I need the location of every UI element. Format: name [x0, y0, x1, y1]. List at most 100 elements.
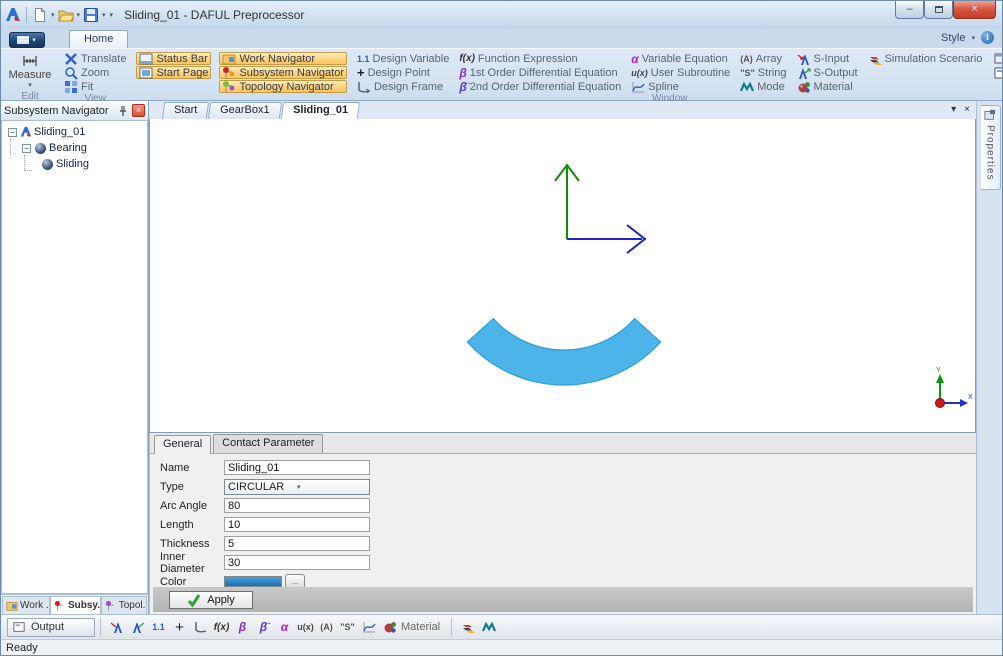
panel-close-icon[interactable]: × [132, 104, 145, 117]
close-button[interactable]: × [953, 1, 996, 19]
tab-general[interactable]: General [154, 435, 211, 454]
user-subroutine-tool[interactable]: u(x) [295, 618, 316, 637]
inner-diameter-field[interactable] [224, 555, 370, 570]
collapse-icon[interactable]: − [22, 144, 31, 153]
spline-tool[interactable] [358, 618, 379, 637]
string-button[interactable]: "S" String [738, 66, 788, 79]
tab-list-dropdown[interactable]: ▾ [951, 104, 956, 115]
fit-icon [64, 80, 78, 94]
start-page-toggle[interactable]: Start Page [136, 66, 211, 79]
form-row-inner-diameter: Inner Diameter [150, 553, 976, 572]
model-viewport[interactable]: Y X [149, 119, 976, 433]
measure-button[interactable]: Measure▾ [5, 51, 55, 91]
tab-close-icon[interactable]: × [964, 104, 970, 115]
new-file-dropdown[interactable]: ▾ [51, 11, 55, 19]
tab-sliding-01[interactable]: Sliding_01 [281, 102, 360, 119]
material-tool[interactable] [379, 618, 400, 637]
style-label[interactable]: Style [941, 32, 965, 44]
design-variable-tool[interactable]: 1.1 [148, 618, 169, 637]
output-toggle-button[interactable]: Output [7, 618, 95, 637]
open-folder-icon[interactable] [58, 7, 74, 23]
ribbon-group-edit: Measure▾ Edit [3, 50, 57, 100]
material-tool-label[interactable]: Material [401, 621, 440, 633]
save-dropdown[interactable]: ▾ [102, 11, 106, 19]
properties-side-tab[interactable]: Properties [981, 105, 1001, 190]
length-field[interactable] [224, 517, 370, 532]
mode-tool[interactable] [478, 618, 499, 637]
status-bar-icon [139, 52, 153, 66]
simulation-scenario-icon [461, 620, 475, 634]
tree-item-bearing[interactable]: − Bearing [4, 141, 145, 155]
output-button[interactable]: Output [992, 66, 1003, 79]
tab-contact-parameter[interactable]: Contact Parameter [213, 434, 323, 453]
style-dropdown[interactable]: ▾ [971, 34, 975, 42]
translate-button[interactable]: Translate [62, 52, 128, 65]
function-expression-button[interactable]: f(x) Function Expression [457, 52, 623, 65]
name-field[interactable] [224, 460, 370, 475]
pin-icon[interactable] [117, 105, 129, 117]
first-order-ode-tool[interactable]: β [232, 618, 253, 637]
simulation-scenario-button[interactable]: Simulation Scenario [866, 52, 985, 65]
tree-item-root[interactable]: − Sliding_01 [4, 125, 145, 139]
tab-work-navigator[interactable]: Work ... [2, 596, 50, 614]
collapse-icon[interactable]: − [8, 128, 17, 137]
tab-topology-navigator[interactable]: Topol... [101, 596, 147, 614]
simulation-scenario-tool[interactable] [457, 618, 478, 637]
navigator-bottom-tabs: Work ... Subsy... Topol... [1, 594, 148, 614]
tab-gearbox1[interactable]: GearBox1 [208, 102, 282, 119]
array-tool[interactable]: (A) [316, 618, 337, 637]
s-input-tool[interactable] [106, 618, 127, 637]
spline-button[interactable]: Spline [629, 80, 732, 93]
work-navigator-toggle[interactable]: Work Navigator [219, 52, 347, 65]
status-bar-toggle[interactable]: Status Bar [136, 52, 211, 65]
save-disk-icon[interactable] [83, 7, 99, 23]
design-frame-button[interactable]: Design Frame [355, 80, 451, 93]
ribbon-group-window: 1.1 Design Variable + Design Point Desig… [352, 50, 987, 100]
tab-start[interactable]: Start [162, 102, 210, 119]
array-button[interactable]: (A) Array [738, 52, 788, 65]
second-order-ode-button[interactable]: β̈ 2nd Order Differential Equation [457, 80, 623, 93]
string-tool[interactable]: "S" [337, 618, 358, 637]
zoom-button[interactable]: Zoom [62, 66, 128, 79]
second-order-ode-icon: β̈ [459, 80, 466, 94]
minimize-button[interactable]: – [895, 1, 924, 19]
color-swatch[interactable] [224, 576, 282, 587]
tab-home[interactable]: Home [69, 30, 128, 48]
user-subroutine-button[interactable]: u(x) User Subroutine [629, 66, 732, 79]
fit-button[interactable]: Fit [62, 80, 128, 93]
type-select[interactable]: CIRCULAR▾ [224, 479, 370, 495]
subsystem-navigator-toggle[interactable]: Subsystem Navigator [219, 66, 347, 79]
qat-options-dropdown[interactable]: ▾ [110, 11, 114, 19]
new-file-icon[interactable] [32, 7, 48, 23]
maximize-button[interactable] [924, 1, 953, 19]
sliding-arc-body[interactable] [467, 319, 660, 385]
tab-subsystem-navigator[interactable]: Subsy... [50, 596, 101, 614]
open-dropdown[interactable]: ▾ [77, 11, 81, 19]
design-point-tool[interactable]: + [169, 618, 190, 637]
design-point-button[interactable]: + Design Point [355, 66, 451, 79]
design-variable-button[interactable]: 1.1 Design Variable [355, 52, 451, 65]
form-row-type: Type CIRCULAR▾ [150, 477, 976, 496]
topology-navigator-toggle[interactable]: Topology Navigator [219, 80, 347, 93]
first-order-ode-button[interactable]: β 1st Order Differential Equation [457, 66, 623, 79]
variable-equation-button[interactable]: α Variable Equation [629, 52, 732, 65]
chevron-down-icon: ▾ [297, 483, 365, 491]
variable-equation-tool[interactable]: α [274, 618, 295, 637]
function-expression-tool[interactable]: f(x) [211, 618, 232, 637]
s-input-button[interactable]: S-Input [795, 52, 860, 65]
application-menu-button[interactable]: ▾ [9, 32, 45, 48]
info-icon[interactable]: i [981, 31, 994, 44]
second-order-ode-tool[interactable]: β̈ [253, 618, 274, 637]
s-output-button[interactable]: S-Output [795, 66, 860, 79]
properties-button[interactable]: Properties [992, 52, 1003, 65]
tree-item-sliding[interactable]: Sliding [4, 157, 145, 171]
material-button[interactable]: Material [795, 80, 860, 93]
properties-tab-label: Properties [985, 125, 996, 181]
arc-angle-field[interactable] [224, 498, 370, 513]
s-output-tool[interactable] [127, 618, 148, 637]
design-frame-tool[interactable] [190, 618, 211, 637]
application-window: ▾ ▾ ▾ ▾ Sliding_01 - DAFUL Preprocessor … [0, 0, 1003, 656]
thickness-field[interactable] [224, 536, 370, 551]
mode-button[interactable]: Mode [738, 80, 788, 93]
apply-button[interactable]: Apply [169, 591, 253, 609]
